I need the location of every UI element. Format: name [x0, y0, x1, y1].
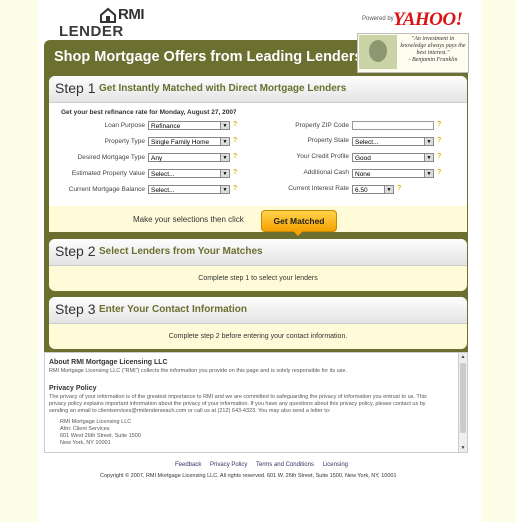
mortgage-balance-value: Select... [151, 187, 175, 194]
legal-scroll-area[interactable]: About RMI Mortgage Licensing LLC RMI Mor… [44, 352, 468, 453]
get-matched-label: Get Matched [273, 216, 325, 226]
help-icon[interactable]: ? [233, 185, 239, 193]
franklin-quote: "An investment in knowledge always pays … [399, 36, 467, 64]
button-pointer-icon [293, 231, 303, 236]
chevron-down-icon: ▼ [220, 186, 229, 193]
chevron-down-icon: ▼ [220, 170, 229, 177]
property-type-select[interactable]: Single Family Home ▼ [148, 137, 230, 146]
rmi-logo[interactable]: RMI LENDER SEARCH [57, 3, 187, 57]
scroll-up-icon[interactable]: ▲ [459, 353, 467, 361]
help-icon[interactable]: ? [233, 153, 239, 161]
help-icon[interactable]: ? [437, 121, 443, 129]
copyright: Copyright © 2007, RMI Mortgage Licensing… [100, 473, 397, 479]
chevron-down-icon: ▼ [384, 186, 393, 193]
cta-instruction: Make your selections then click [133, 215, 244, 224]
interest-rate-select[interactable]: 6.50 ▼ [352, 185, 394, 194]
credit-profile-label: Your Credit Profile [296, 153, 349, 160]
footer-link-licensing[interactable]: Licensing [323, 462, 348, 468]
additional-cash-label: Additional Cash [303, 169, 349, 176]
address-line: Attn: Client Services [60, 426, 110, 432]
step3-panel: Step 3 Enter Your Contact Information Co… [49, 297, 467, 349]
mortgage-balance-label: Current Mortgage Balance [68, 186, 145, 193]
step3-number: Step 3 [55, 301, 96, 317]
address-line: RMI Mortgage Licensing LLC [60, 419, 132, 425]
step2-header: Step 2 Select Lenders from Your Matches [49, 239, 467, 266]
footer-link-terms[interactable]: Terms and Conditions [256, 462, 314, 468]
help-icon[interactable]: ? [233, 169, 239, 177]
chevron-down-icon: ▼ [220, 122, 229, 129]
help-icon[interactable]: ? [233, 137, 239, 145]
help-icon[interactable]: ? [233, 121, 239, 129]
step1-subtitle: Get your best refinance rate for Monday,… [61, 109, 237, 116]
mortgage-type-value: Any [151, 155, 163, 162]
step3-note: Complete step 2 before entering your con… [168, 333, 348, 340]
chevron-down-icon: ▼ [424, 170, 433, 177]
chevron-down-icon: ▼ [220, 138, 229, 145]
franklin-portrait [359, 35, 397, 69]
scroll-down-icon[interactable]: ▼ [459, 444, 467, 452]
privacy-text-1: The privacy of your information is of th… [49, 394, 427, 400]
help-icon[interactable]: ? [437, 137, 443, 145]
chevron-down-icon: ▼ [424, 138, 433, 145]
interest-rate-value: 6.50 [355, 187, 368, 194]
about-heading: About RMI Mortgage Licensing LLC [49, 359, 168, 366]
privacy-text-2: privacy policy explains important inform… [49, 401, 426, 407]
footer-link-feedback[interactable]: Feedback [175, 462, 201, 468]
step2-note: Complete step 1 to select your lenders [198, 275, 318, 282]
mortgage-balance-select[interactable]: Select... ▼ [148, 185, 230, 194]
property-type-label: Property Type [104, 138, 145, 145]
legal-scrollbar[interactable]: ▲ ▼ [458, 353, 467, 452]
interest-rate-label: Current Interest Rate [288, 185, 349, 192]
loan-purpose-label: Loan Purpose [104, 122, 145, 129]
zip-code-label: Property ZIP Code [295, 122, 349, 129]
privacy-heading: Privacy Policy [49, 385, 97, 392]
property-value-select[interactable]: Select... ▼ [148, 169, 230, 178]
scroll-thumb[interactable] [460, 363, 466, 433]
loan-purpose-value: Refinance [151, 123, 181, 130]
quote-text: "An investment in knowledge always pays … [400, 36, 466, 56]
step3-title: Enter Your Contact Information [99, 304, 247, 315]
footer-link-privacy[interactable]: Privacy Policy [210, 462, 247, 468]
house-logo-icon [100, 7, 116, 23]
step1-header: Step 1 Get Instantly Matched with Direct… [49, 76, 467, 103]
property-value-value: Select... [151, 171, 175, 178]
zip-code-input[interactable] [352, 121, 434, 130]
mortgage-type-label: Desired Mortgage Type [77, 154, 145, 161]
credit-profile-select[interactable]: Good ▼ [352, 153, 434, 162]
chevron-down-icon: ▼ [220, 154, 229, 161]
step3-header: Step 3 Enter Your Contact Information [49, 297, 467, 324]
address-line: New York, NY 10001 [60, 440, 111, 446]
quote-author: - Benjamin Franklin [408, 57, 458, 63]
banner-title: Shop Mortgage Offers from Leading Lender… [54, 49, 363, 65]
step2-number: Step 2 [55, 243, 96, 259]
additional-cash-select[interactable]: None ▼ [352, 169, 434, 178]
mortgage-type-select[interactable]: Any ▼ [148, 153, 230, 162]
property-state-label: Property State [307, 137, 349, 144]
property-state-select[interactable]: Select... ▼ [352, 137, 434, 146]
logo-top-text: RMI [118, 6, 145, 23]
loan-purpose-select[interactable]: Refinance ▼ [148, 121, 230, 130]
help-icon[interactable]: ? [397, 185, 403, 193]
about-text: RMI Mortgage Licensing LLC ("RMI") colle… [49, 368, 347, 374]
get-matched-button[interactable]: Get Matched [261, 210, 337, 236]
address-line: 601 West 26th Street, Suite 1500 [60, 433, 141, 439]
property-value-label: Estimated Property Value [71, 170, 145, 177]
privacy-text-3: sending an email to clientservices@rmile… [49, 408, 331, 414]
cta-band [49, 206, 467, 232]
additional-cash-value: None [355, 171, 371, 178]
step2-title: Select Lenders from Your Matches [99, 246, 263, 257]
step2-panel: Step 2 Select Lenders from Your Matches … [49, 239, 467, 291]
property-type-value: Single Family Home [151, 139, 210, 146]
step1-number: Step 1 [55, 80, 96, 96]
chevron-down-icon: ▼ [424, 154, 433, 161]
help-icon[interactable]: ? [437, 153, 443, 161]
credit-profile-value: Good [355, 155, 371, 162]
help-icon[interactable]: ? [437, 169, 443, 177]
step1-title: Get Instantly Matched with Direct Mortga… [99, 83, 347, 94]
property-state-value: Select... [355, 139, 379, 146]
yahoo-logo[interactable]: YAHOO! [393, 9, 463, 31]
footer-links: Feedback Privacy Policy Terms and Condit… [175, 462, 355, 468]
powered-by-label: Powered by [362, 16, 394, 22]
